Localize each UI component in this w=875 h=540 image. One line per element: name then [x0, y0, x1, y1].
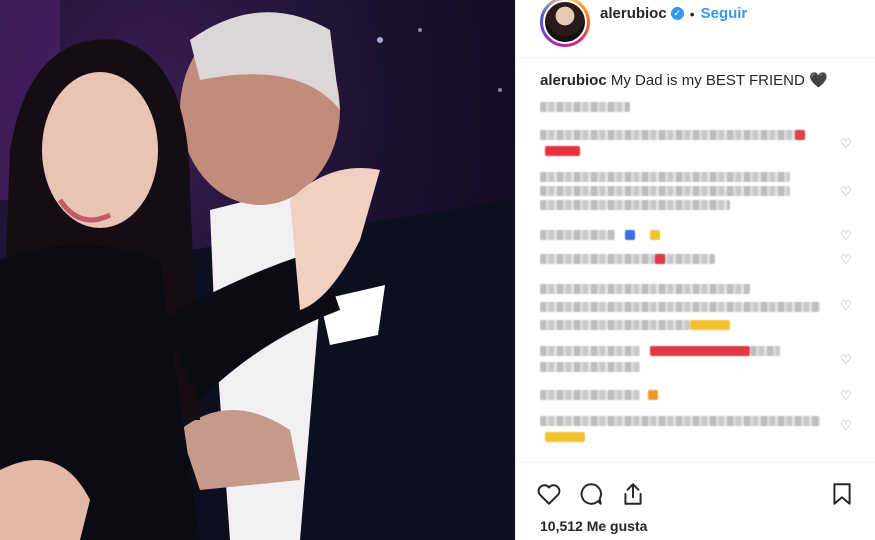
post-caption: alerubioc My Dad is my BEST FRIEND 🖤	[516, 58, 875, 91]
likes-count[interactable]: 10,512 Me gusta	[540, 518, 647, 534]
instagram-post: alerubioc ✓ • Seguir alerubioc My Dad is…	[0, 0, 875, 540]
comment-like-heart-icon[interactable]: ♡	[840, 229, 852, 242]
list-item	[540, 96, 860, 126]
list-item: ♡	[540, 342, 860, 384]
comment-like-heart-icon[interactable]: ♡	[840, 137, 852, 150]
list-item: ♡	[540, 224, 860, 250]
comment-like-heart-icon[interactable]: ♡	[840, 299, 852, 312]
blurred-emoji	[545, 432, 585, 442]
comment-like-heart-icon[interactable]: ♡	[840, 353, 852, 366]
list-item: ♡	[540, 126, 860, 166]
blurred-comment-text	[540, 186, 790, 196]
blurred-emoji	[625, 230, 635, 240]
blurred-emoji	[545, 146, 580, 156]
blurred-emoji	[650, 230, 660, 240]
blurred-comment-text	[540, 320, 690, 330]
blurred-comment-text	[540, 302, 820, 312]
list-item: ♡	[540, 250, 860, 280]
blurred-comment-text	[540, 390, 640, 400]
share-icon[interactable]	[620, 481, 646, 507]
list-item	[540, 320, 860, 342]
comment-like-heart-icon[interactable]: ♡	[840, 253, 852, 266]
comment-like-heart-icon[interactable]: ♡	[840, 389, 852, 402]
list-item: ♡	[540, 280, 860, 320]
blurred-emoji	[795, 130, 805, 140]
post-actions: 10,512 Me gusta	[516, 462, 875, 540]
follow-button[interactable]: Seguir	[701, 5, 748, 22]
comment-icon[interactable]	[578, 481, 604, 507]
separator-dot: •	[689, 5, 695, 22]
bookmark-icon[interactable]	[829, 481, 855, 507]
list-item: ♡	[540, 384, 860, 412]
comment-like-heart-icon[interactable]: ♡	[840, 185, 852, 198]
blurred-comment-text	[540, 362, 640, 372]
blurred-emoji	[690, 320, 730, 330]
list-item: ♡	[540, 412, 860, 446]
avatar[interactable]	[543, 0, 587, 44]
blurred-comment-text	[540, 254, 715, 264]
blurred-comment-text	[540, 284, 750, 294]
blurred-comment-text	[540, 130, 805, 140]
heart-icon[interactable]	[536, 481, 562, 507]
photo-illustration	[0, 0, 515, 540]
verified-badge-icon: ✓	[670, 7, 684, 20]
blurred-comment-text	[540, 200, 730, 210]
blurred-comment-text	[540, 230, 615, 240]
blurred-comment-text	[540, 416, 820, 426]
blurred-emoji	[655, 254, 665, 264]
blurred-comment-text	[540, 172, 790, 182]
header-username[interactable]: alerubioc	[600, 5, 667, 22]
caption-username[interactable]: alerubioc	[540, 72, 607, 89]
blurred-emoji	[650, 346, 750, 356]
post-photo[interactable]	[0, 0, 515, 540]
comment-list: ♡ ♡ ♡ ♡ ♡ ♡ ♡ ♡	[540, 96, 860, 446]
list-item: ♡	[540, 166, 860, 224]
caption-text: My Dad is my BEST FRIEND 🖤	[610, 72, 828, 89]
comment-like-heart-icon[interactable]: ♡	[840, 419, 852, 432]
post-sidebar: alerubioc ✓ • Seguir alerubioc My Dad is…	[515, 0, 875, 540]
story-ring[interactable]	[540, 0, 590, 47]
blurred-emoji	[648, 390, 658, 400]
blurred-comment-text	[540, 102, 630, 112]
blurred-comment-text	[540, 346, 640, 356]
blurred-comment-text	[750, 346, 780, 356]
post-header: alerubioc ✓ • Seguir	[516, 0, 875, 58]
